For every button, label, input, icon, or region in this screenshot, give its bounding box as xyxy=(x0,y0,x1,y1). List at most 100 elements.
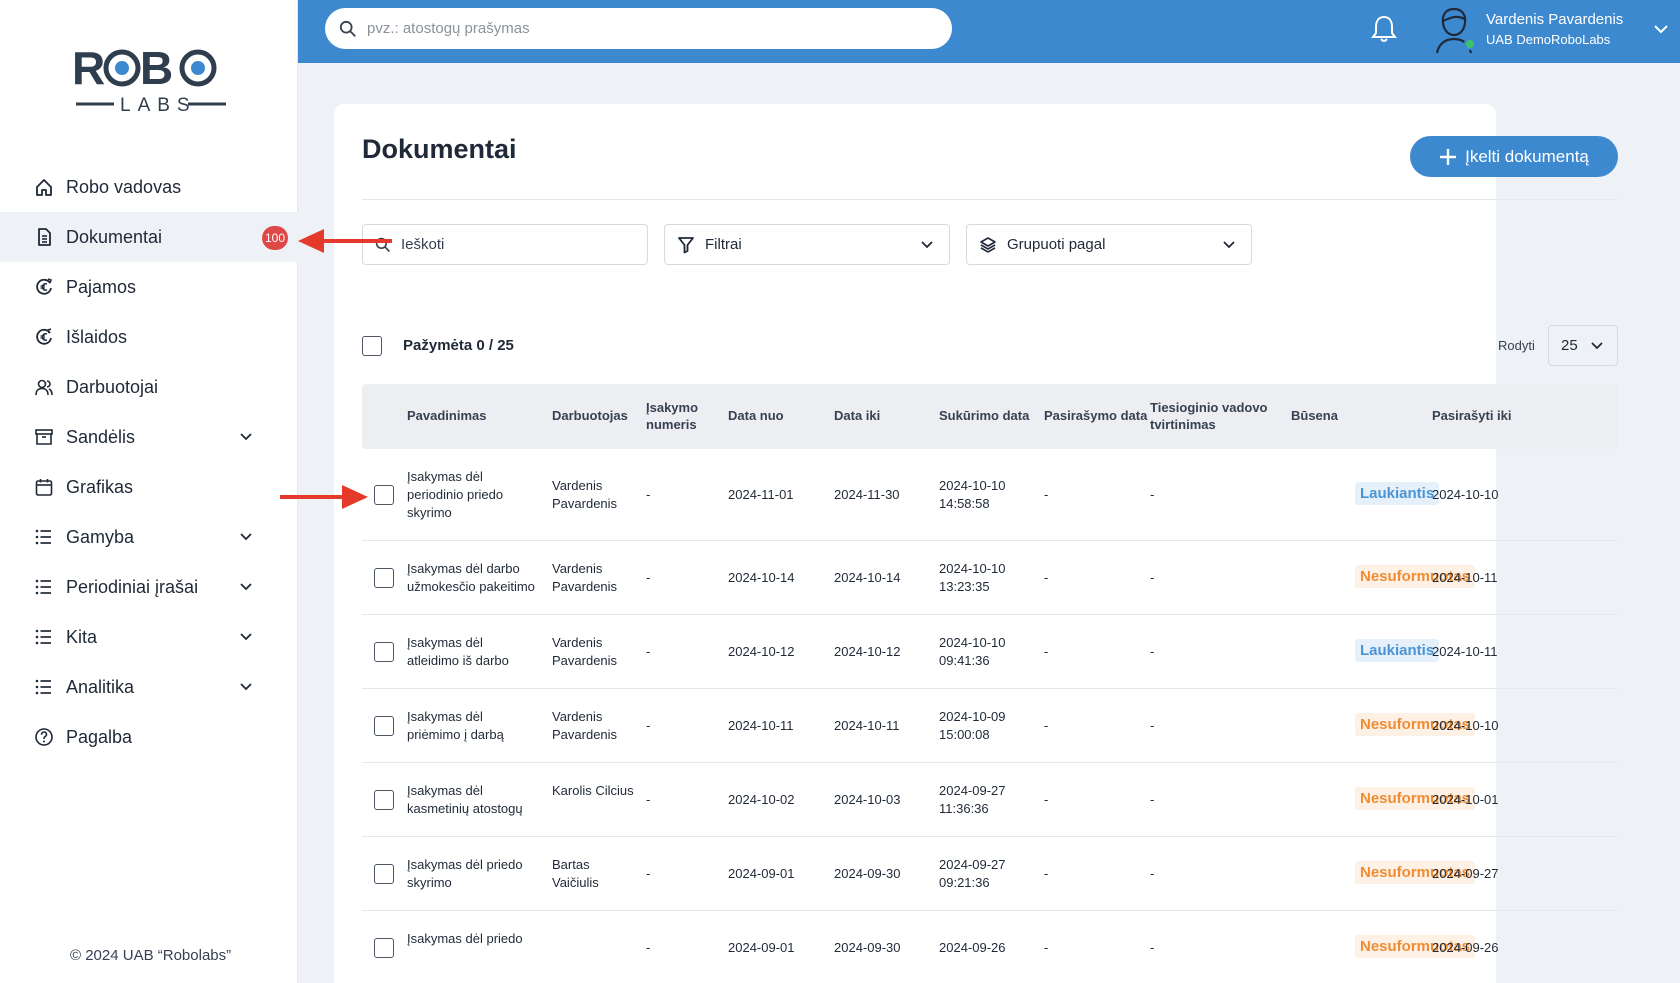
avatar[interactable] xyxy=(1434,5,1478,55)
manager-approval: - xyxy=(1150,866,1155,881)
table-row[interactable]: Įsakymas dėl priedo - 2024-09-01 2024-09-30… xyxy=(362,911,1618,983)
sidebar-item-label: Kita xyxy=(66,626,98,647)
sidebar-item-kita[interactable]: Kita xyxy=(0,612,298,662)
upload-document-label: Įkelti dokumentą xyxy=(1465,146,1589,166)
order-number: - xyxy=(646,866,651,881)
filters-label: Filtrai xyxy=(705,236,742,253)
table-row[interactable]: Įsakymas dėl atleidimo iš darbo Vardenis … xyxy=(362,615,1618,689)
document-search-input[interactable] xyxy=(401,236,621,253)
column-header[interactable]: Sukūrimo data xyxy=(939,407,1049,424)
documents-table: Pavadinimas Darbuotojas Įsakymo numeris Dat… xyxy=(362,384,1618,983)
sign-until-date: 2024-10-11 xyxy=(1432,570,1498,585)
column-header[interactable]: Pavadinimas xyxy=(407,407,517,424)
signed-date: - xyxy=(1044,866,1049,881)
date-to: 2024-11-30 xyxy=(834,487,900,502)
sign-until-date: 2024-10-11 xyxy=(1432,644,1498,659)
sidebar-item-darbuotojai[interactable]: Darbuotojai xyxy=(0,362,298,412)
column-header[interactable]: Pasirašyti iki xyxy=(1432,407,1542,424)
chevron-down-icon xyxy=(1223,241,1235,249)
column-header[interactable]: Data iki xyxy=(834,407,944,424)
column-header[interactable]: Pasirašymo data xyxy=(1044,407,1154,424)
sidebar-item-pajamos[interactable]: Pajamos xyxy=(0,262,298,312)
sidebar-item-gamyba[interactable]: Gamyba xyxy=(0,512,298,562)
table-row[interactable]: Įsakymas dėl darbo užmokesčio pakeitimo V… xyxy=(362,541,1618,615)
column-header[interactable]: Data nuo xyxy=(728,407,838,424)
date-to: 2024-10-12 xyxy=(834,644,901,659)
home-icon xyxy=(34,177,54,197)
signed-date: - xyxy=(1044,570,1049,585)
document-name[interactable]: Įsakymas dėl periodinio priedo skyrimo xyxy=(407,468,535,522)
rows-per-page-label: Rodyti xyxy=(1498,338,1535,353)
document-name[interactable]: Įsakymas dėl atleidimo iš darbo xyxy=(407,634,535,670)
chevron-down-icon[interactable] xyxy=(238,429,254,445)
upload-document-button[interactable]: Įkelti dokumentą xyxy=(1410,136,1618,177)
sidebar-item-sandelis[interactable]: Sandėlis xyxy=(0,412,298,462)
group-by-label: Grupuoti pagal xyxy=(1007,236,1106,253)
created-date: 2024-10-10 13:23:35 xyxy=(939,561,1006,594)
table-row[interactable]: Įsakymas dėl periodinio priedo skyrimo Va… xyxy=(362,449,1618,541)
table-row[interactable]: Įsakymas dėl priėmimo į darbą Vardenis Pa… xyxy=(362,689,1618,763)
row-checkbox[interactable] xyxy=(374,642,394,662)
rows-per-page-value: 25 xyxy=(1561,337,1578,354)
sign-until-date: 2024-10-10 xyxy=(1432,718,1499,733)
sidebar-item-periodiniai-irasai[interactable]: Periodiniai įrašai xyxy=(0,562,298,612)
svg-text:LABS: LABS xyxy=(120,95,197,116)
company-name[interactable]: UAB DemoRoboLabs xyxy=(1486,32,1610,47)
sidebar-item-grafikas[interactable]: Grafikas xyxy=(0,462,298,512)
robolabs-logo[interactable]: R B LABS xyxy=(70,40,230,116)
row-checkbox[interactable] xyxy=(374,864,394,884)
signed-date: - xyxy=(1044,718,1049,733)
rows-per-page-select[interactable]: 25 xyxy=(1548,325,1618,366)
euro-out-icon xyxy=(34,327,54,347)
manager-approval: - xyxy=(1150,570,1155,585)
sidebar-item-pagalba[interactable]: Pagalba xyxy=(0,712,298,762)
table-header: Pavadinimas Darbuotojas Įsakymo numeris Dat… xyxy=(362,384,1618,449)
row-checkbox[interactable] xyxy=(374,938,394,958)
table-row[interactable]: Įsakymas dėl kasmetinių atostogų Karolis … xyxy=(362,763,1618,837)
help-icon xyxy=(34,727,54,747)
row-checkbox[interactable] xyxy=(374,485,394,505)
select-all-checkbox[interactable] xyxy=(362,336,382,356)
sidebar-item-label: Gamyba xyxy=(66,526,135,547)
column-header[interactable]: Tiesioginio vadovo tvirtinimas xyxy=(1150,399,1280,433)
sidebar-item-robo-vadovas[interactable]: Robo vadovas xyxy=(0,162,298,212)
chevron-down-icon[interactable] xyxy=(238,579,254,595)
document-name[interactable]: Įsakymas dėl priėmimo į darbą xyxy=(407,708,535,744)
row-checkbox[interactable] xyxy=(374,790,394,810)
filters-dropdown[interactable]: Filtrai xyxy=(664,224,950,265)
user-name[interactable]: Vardenis Pavardenis xyxy=(1486,11,1623,28)
chevron-down-icon[interactable] xyxy=(238,629,254,645)
document-search[interactable] xyxy=(362,224,648,265)
chevron-down-icon[interactable] xyxy=(238,529,254,545)
list-icon xyxy=(34,627,54,647)
order-number: - xyxy=(646,792,651,807)
row-checkbox[interactable] xyxy=(374,716,394,736)
bell-icon[interactable] xyxy=(1370,14,1398,44)
sidebar-item-dokumentai[interactable]: Dokumentai 100 xyxy=(0,212,298,262)
global-search[interactable] xyxy=(325,8,952,49)
selected-count: Pažymėta 0 / 25 xyxy=(403,337,514,354)
column-header[interactable]: Būsena xyxy=(1291,407,1401,424)
euro-in-icon xyxy=(34,277,54,297)
document-name[interactable]: Įsakymas dėl priedo xyxy=(407,930,535,948)
column-header[interactable]: Įsakymo numeris xyxy=(646,399,712,433)
global-search-input[interactable] xyxy=(367,20,927,37)
date-to: 2024-09-30 xyxy=(834,940,901,955)
sidebar-item-islaidos[interactable]: Išlaidos xyxy=(0,312,298,362)
chevron-down-icon[interactable] xyxy=(1652,20,1670,38)
chevron-down-icon[interactable] xyxy=(238,679,254,695)
document-name[interactable]: Įsakymas dėl kasmetinių atostogų xyxy=(407,782,535,818)
row-checkbox[interactable] xyxy=(374,568,394,588)
signed-date: - xyxy=(1044,487,1049,502)
table-row[interactable]: Įsakymas dėl priedo skyrimo Bartas Vaičiu… xyxy=(362,837,1618,911)
employee-name: Karolis Cilcius xyxy=(552,783,634,798)
document-name[interactable]: Įsakymas dėl priedo skyrimo xyxy=(407,856,535,892)
signed-date: - xyxy=(1044,644,1049,659)
order-number: - xyxy=(646,718,651,733)
list-icon xyxy=(34,577,54,597)
page-title: Dokumentai xyxy=(362,134,517,164)
document-name[interactable]: Įsakymas dėl darbo užmokesčio pakeitimo xyxy=(407,560,535,596)
group-by-dropdown[interactable]: Grupuoti pagal xyxy=(966,224,1252,265)
sidebar-item-analitika[interactable]: Analitika xyxy=(0,662,298,712)
order-number: - xyxy=(646,644,651,659)
